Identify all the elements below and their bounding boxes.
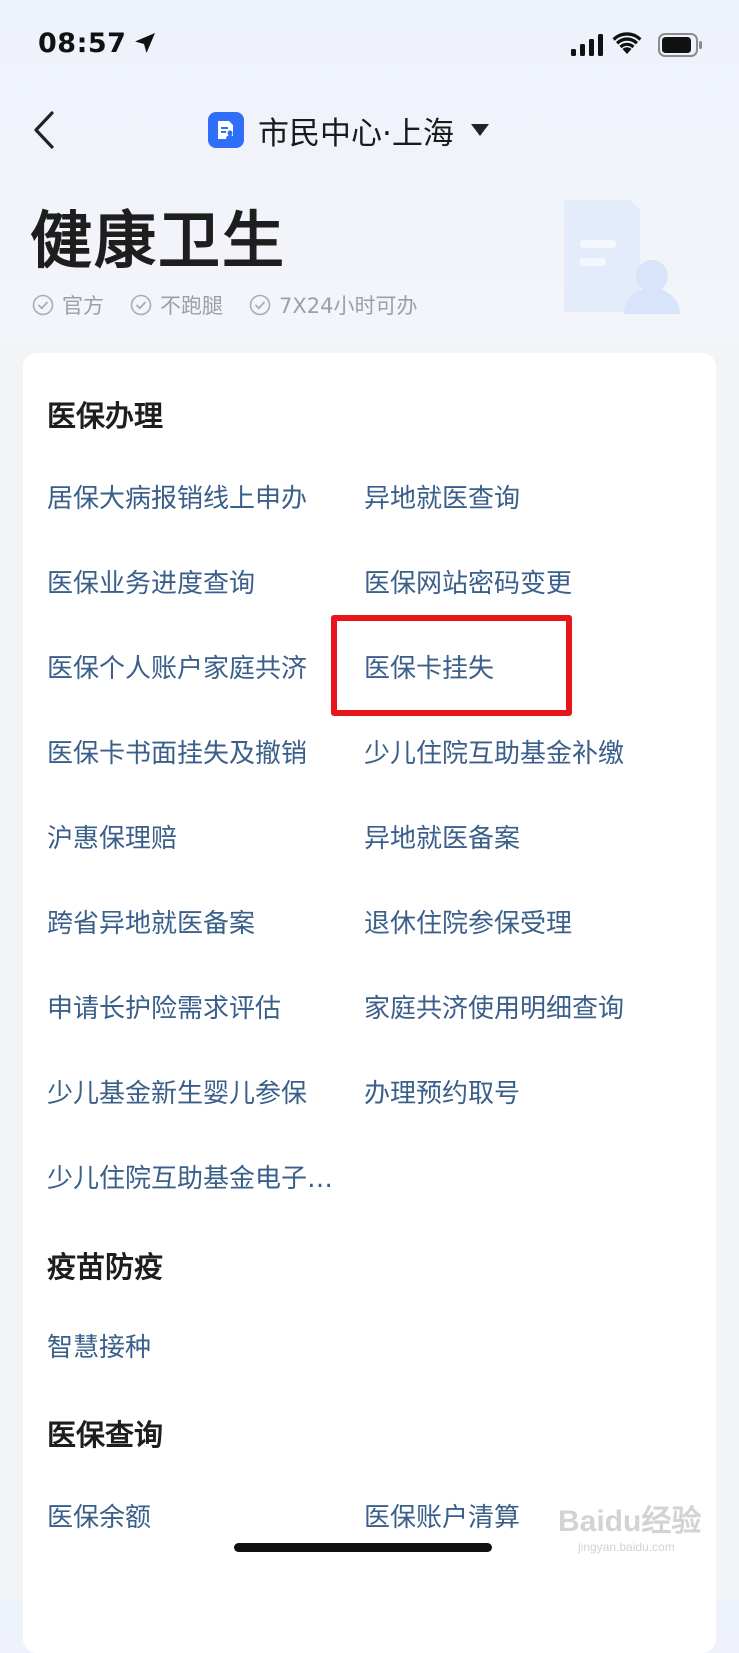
service-item[interactable]: 智慧接种 [47, 1327, 151, 1364]
back-button[interactable] [22, 105, 66, 155]
watermark: Baidu经验 jingyan.baidu.com [558, 1496, 702, 1554]
page-title: 健康卫生 [30, 204, 287, 277]
tag-24-7: 7X24小时可办 [249, 290, 417, 320]
service-item[interactable]: 少儿基金新生婴儿参保 [47, 1073, 307, 1110]
tag-label: 不跑腿 [160, 294, 223, 318]
watermark-sub: jingyan.baidu.com [578, 1540, 675, 1554]
service-item[interactable]: 异地就医查询 [364, 478, 520, 515]
section-title-medical-insurance: 医保办理 [47, 399, 164, 433]
status-bar: 08:57 [0, 0, 739, 92]
page-header-title: 市民中心·上海 [258, 115, 454, 152]
service-item[interactable]: 家庭共济使用明细查询 [364, 988, 624, 1025]
feature-tags: 官方 不跑腿 7X24小时可办 [32, 290, 443, 320]
service-item-card-loss-report[interactable]: 医保卡挂失 [364, 648, 494, 685]
service-item[interactable]: 医保业务进度查询 [47, 563, 255, 600]
app-logo-icon [208, 112, 244, 148]
check-circle-icon [249, 294, 271, 316]
tag-label: 7X24小时可办 [279, 294, 418, 318]
service-item[interactable]: 居保大病报销线上申办 [47, 478, 307, 515]
section-title-vaccine: 疫苗防疫 [47, 1250, 164, 1284]
service-item[interactable]: 申请长护险需求评估 [47, 988, 281, 1025]
chevron-left-icon [34, 111, 54, 149]
service-item[interactable]: 医保个人账户家庭共济 [47, 648, 307, 685]
service-item[interactable]: 异地就医备案 [364, 818, 520, 855]
cellular-signal-icon [571, 34, 603, 56]
service-item[interactable]: 少儿住院互助基金补缴 [364, 733, 624, 770]
service-item[interactable]: 跨省异地就医备案 [47, 903, 255, 940]
service-item[interactable]: 医保卡书面挂失及撤销 [47, 733, 307, 770]
service-item[interactable]: 医保网站密码变更 [364, 563, 572, 600]
tag-no-errand: 不跑腿 [130, 290, 223, 320]
check-circle-icon [130, 294, 152, 316]
home-indicator[interactable] [234, 1543, 492, 1552]
document-person-illustration-icon [564, 200, 680, 314]
service-item[interactable]: 办理预约取号 [364, 1073, 520, 1110]
tag-official: 官方 [32, 290, 104, 320]
wifi-icon [612, 32, 642, 54]
location-arrow-icon [135, 33, 155, 53]
check-circle-icon [32, 294, 54, 316]
service-item[interactable]: 医保账户清算 [364, 1497, 520, 1534]
nav-bar: 市民中心·上海 [0, 95, 739, 165]
tag-label: 官方 [62, 294, 104, 318]
city-selector[interactable]: 市民中心·上海 [208, 109, 490, 152]
service-item[interactable]: 退休住院参保受理 [364, 903, 572, 940]
status-time: 08:57 [38, 28, 127, 59]
watermark-main: Baidu经验 [558, 1505, 702, 1538]
service-item[interactable]: 沪惠保理赔 [47, 818, 177, 855]
section-title-insurance-query: 医保查询 [47, 1418, 164, 1452]
service-item[interactable]: 少儿住院互助基金电子… [47, 1158, 333, 1195]
caret-down-icon [470, 124, 489, 136]
service-item[interactable]: 医保余额 [47, 1497, 151, 1534]
battery-icon [658, 33, 702, 57]
